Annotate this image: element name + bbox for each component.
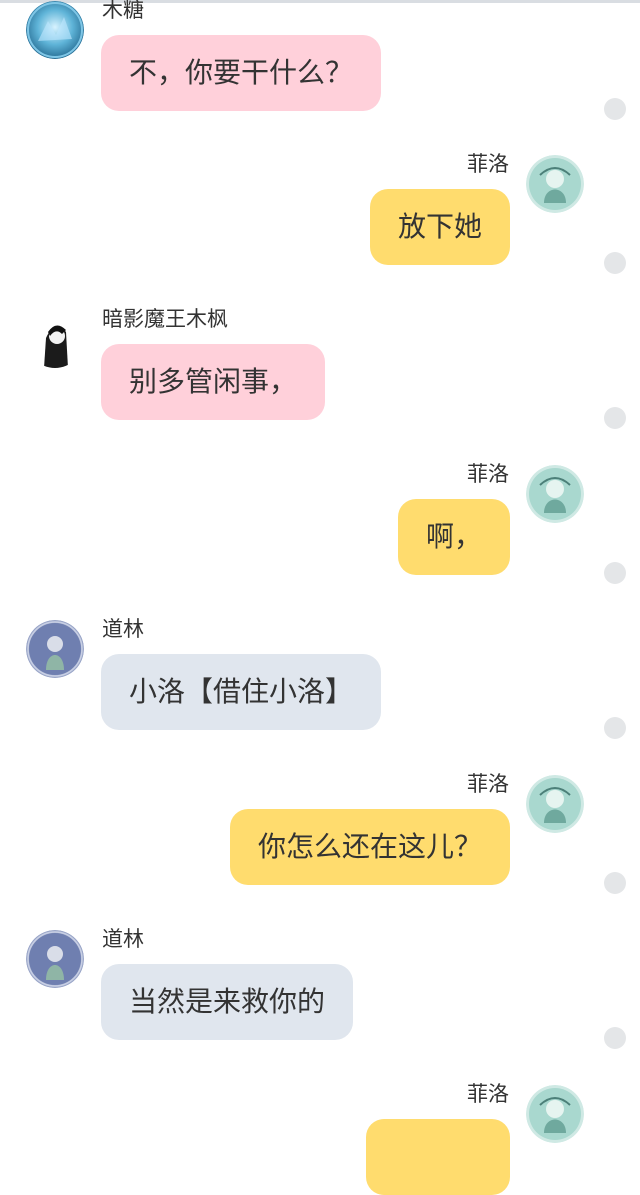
status-dot [604, 98, 626, 120]
teal-character-avatar-image [526, 1085, 584, 1143]
teal-character-avatar-image [526, 775, 584, 833]
status-dot [604, 872, 626, 894]
message-bubble[interactable]: 放下她 [369, 189, 510, 265]
teal-character-avatar-image [526, 465, 584, 523]
message-bubble[interactable]: 不，你要干什么？ [101, 35, 382, 111]
sender-name: 道林 [102, 617, 144, 641]
status-dot [604, 407, 626, 429]
avatar[interactable] [26, 1, 84, 59]
status-dot [604, 1027, 626, 1049]
avatar[interactable] [526, 465, 584, 523]
message-bubble[interactable]: 别多管闲事， [101, 344, 326, 420]
status-dot [604, 252, 626, 274]
avatar[interactable] [26, 620, 84, 678]
purple-character-avatar-image [26, 620, 84, 678]
dark-figure-avatar-image [26, 310, 84, 368]
blue-crystal-avatar-image [26, 1, 84, 59]
sender-name: 菲洛 [467, 772, 509, 796]
top-divider [0, 0, 640, 3]
status-dot [604, 717, 626, 739]
sender-name: 菲洛 [467, 462, 509, 486]
message-bubble[interactable]: 当然是来救你的 [101, 964, 354, 1040]
avatar[interactable] [26, 930, 84, 988]
message-bubble[interactable]: 啊， [397, 499, 510, 575]
teal-character-avatar-image [526, 155, 584, 213]
sender-name: 木糖 [102, 0, 144, 22]
purple-character-avatar-image [26, 930, 84, 988]
avatar[interactable] [26, 310, 84, 368]
sender-name: 暗影魔王木枫 [102, 307, 228, 331]
sender-name: 菲洛 [467, 1082, 509, 1106]
message-bubble[interactable]: 小洛【借住小洛】 [101, 654, 382, 730]
message-bubble[interactable]: 你怎么还在这儿？ [229, 809, 510, 885]
sender-name: 道林 [102, 927, 144, 951]
status-dot [604, 562, 626, 584]
avatar[interactable] [526, 1085, 584, 1143]
avatar[interactable] [526, 775, 584, 833]
sender-name: 菲洛 [467, 152, 509, 176]
message-bubble[interactable] [366, 1119, 510, 1195]
avatar[interactable] [526, 155, 584, 213]
